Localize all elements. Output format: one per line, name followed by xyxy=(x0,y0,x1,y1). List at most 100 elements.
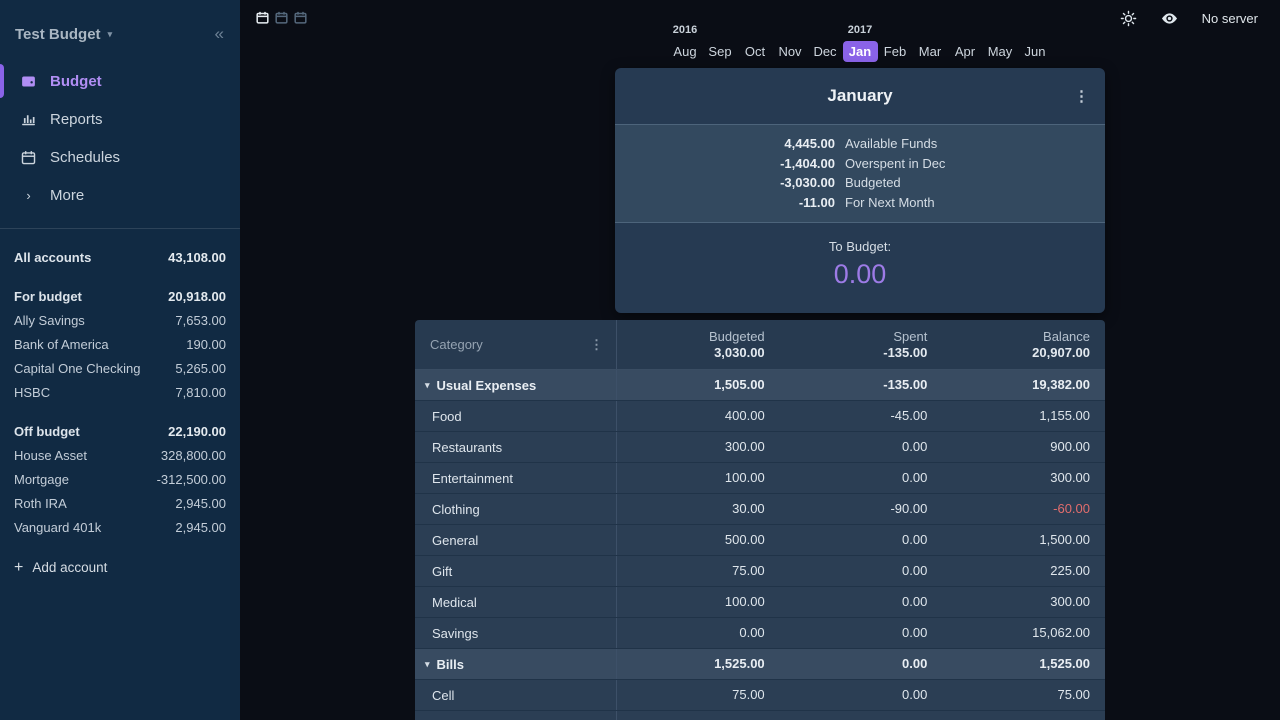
category-row[interactable]: Entertainment 100.00 0.00 300.00 xyxy=(415,463,1105,494)
account-row[interactable]: Vanguard 401k 2,945.00 xyxy=(0,515,240,539)
spent-cell[interactable]: 0.00 xyxy=(780,587,943,617)
to-budget[interactable]: To Budget: 0.00 xyxy=(615,223,1105,290)
spent-cell[interactable]: 0.00 xyxy=(780,463,943,493)
month-button[interactable]: Jun xyxy=(1018,41,1053,62)
account-row[interactable]: Ally Savings 7,653.00 xyxy=(0,308,240,332)
category-row[interactable]: Cell 75.00 0.00 75.00 xyxy=(415,680,1105,711)
add-account-button[interactable]: + Add account xyxy=(0,555,240,580)
category-row-clipped[interactable] xyxy=(415,711,1105,720)
category-row[interactable]: Savings 0.00 0.00 15,062.00 xyxy=(415,618,1105,649)
spent-cell[interactable]: 0.00 xyxy=(780,432,943,462)
balance-cell-negative[interactable]: -60.00 xyxy=(942,494,1105,524)
budgeted-cell[interactable]: 1,505.00 xyxy=(617,370,780,400)
caret-down-icon[interactable]: ▾ xyxy=(425,659,430,670)
spent-cell[interactable]: 0.00 xyxy=(780,649,943,679)
balance-header-cell[interactable]: Balance 20,907.00 xyxy=(942,320,1105,369)
account-row[interactable]: HSBC 7,810.00 xyxy=(0,380,240,404)
category-row[interactable]: Medical 100.00 0.00 300.00 xyxy=(415,587,1105,618)
account-row[interactable]: Roth IRA 2,945.00 xyxy=(0,491,240,515)
budgeted-header-cell[interactable]: Budgeted 3,030.00 xyxy=(617,320,780,369)
budgeted-cell[interactable]: 100.00 xyxy=(617,463,780,493)
budgeted-cell[interactable]: 30.00 xyxy=(617,494,780,524)
off-budget-header-row[interactable]: Off budget 22,190.00 xyxy=(0,419,240,443)
one-month-view-icon[interactable] xyxy=(255,10,270,25)
account-row[interactable]: Capital One Checking 5,265.00 xyxy=(0,356,240,380)
category-row[interactable]: General 500.00 0.00 1,500.00 xyxy=(415,525,1105,556)
category-menu-kebab-icon[interactable]: ⋮ xyxy=(590,337,603,353)
balance-cell[interactable]: 1,525.00 xyxy=(942,649,1105,679)
balance-cell[interactable]: 1,155.00 xyxy=(942,401,1105,431)
caret-down-icon[interactable]: ▾ xyxy=(425,380,430,391)
spent-cell[interactable]: -90.00 xyxy=(780,494,943,524)
budgeted-cell[interactable]: 400.00 xyxy=(617,401,780,431)
sidebar-collapse-button[interactable]: « xyxy=(215,24,224,44)
category-row[interactable]: Gift 75.00 0.00 225.00 xyxy=(415,556,1105,587)
budgeted-cell[interactable]: 1,525.00 xyxy=(617,649,780,679)
balance-cell[interactable]: 15,062.00 xyxy=(942,618,1105,648)
budgeted-cell[interactable]: 0.00 xyxy=(617,618,780,648)
month-button[interactable]: Mar xyxy=(913,41,948,62)
theme-toggle-sun-icon[interactable] xyxy=(1120,10,1137,27)
month-button[interactable]: Oct xyxy=(738,41,773,62)
budgeted-cell[interactable]: 100.00 xyxy=(617,587,780,617)
budgeted-cell[interactable]: 75.00 xyxy=(617,680,780,710)
category-name-cell[interactable]: Restaurants xyxy=(415,432,617,462)
spent-cell[interactable]: 0.00 xyxy=(780,556,943,586)
category-name-cell[interactable]: Entertainment xyxy=(415,463,617,493)
budget-file-menu[interactable]: Test Budget ▾ xyxy=(15,26,112,43)
spent-cell[interactable]: 0.00 xyxy=(780,618,943,648)
balance-cell[interactable]: 75.00 xyxy=(942,680,1105,710)
account-row[interactable]: House Asset 328,800.00 xyxy=(0,443,240,467)
category-name-cell[interactable]: Food xyxy=(415,401,617,431)
account-row[interactable]: Mortgage -312,500.00 xyxy=(0,467,240,491)
category-row[interactable]: Clothing 30.00 -90.00 -60.00 xyxy=(415,494,1105,525)
balance-cell[interactable]: 19,382.00 xyxy=(942,370,1105,400)
category-name-cell[interactable]: Gift xyxy=(415,556,617,586)
balance-cell[interactable]: 300.00 xyxy=(942,587,1105,617)
nav-item-reports[interactable]: Reports xyxy=(0,100,240,138)
category-name-cell[interactable]: Cell xyxy=(415,680,617,710)
category-name-cell[interactable]: Medical xyxy=(415,587,617,617)
to-budget-amount[interactable]: 0.00 xyxy=(615,259,1105,290)
budgeted-cell[interactable]: 300.00 xyxy=(617,432,780,462)
budgeted-cell[interactable]: 75.00 xyxy=(617,556,780,586)
budgeted-cell[interactable]: 500.00 xyxy=(617,525,780,555)
month-button[interactable]: Nov xyxy=(773,41,808,62)
category-name-cell[interactable]: Savings xyxy=(415,618,617,648)
balance-cell[interactable]: 225.00 xyxy=(942,556,1105,586)
month-button[interactable]: Aug xyxy=(668,41,703,62)
account-row[interactable]: Bank of America 190.00 xyxy=(0,332,240,356)
all-accounts-row[interactable]: All accounts 43,108.00 xyxy=(0,245,240,269)
group-name-cell[interactable]: ▾ Bills xyxy=(415,649,617,679)
month-button[interactable]: Feb xyxy=(878,41,913,62)
category-group-row[interactable]: ▾ Usual Expenses 1,505.00 -135.00 19,382… xyxy=(415,370,1105,401)
balance-cell[interactable]: 1,500.00 xyxy=(942,525,1105,555)
month-button[interactable]: Apr xyxy=(948,41,983,62)
spent-cell[interactable]: -45.00 xyxy=(780,401,943,431)
balance-cell[interactable]: 300.00 xyxy=(942,463,1105,493)
category-name-cell[interactable]: Clothing xyxy=(415,494,617,524)
group-name-cell[interactable]: ▾ Usual Expenses xyxy=(415,370,617,400)
month-button[interactable]: May xyxy=(983,41,1018,62)
nav-item-schedules[interactable]: Schedules xyxy=(0,138,240,176)
spent-cell[interactable]: 0.00 xyxy=(780,525,943,555)
category-row[interactable]: Restaurants 300.00 0.00 900.00 xyxy=(415,432,1105,463)
balance-cell[interactable]: 900.00 xyxy=(942,432,1105,462)
spent-cell[interactable]: 0.00 xyxy=(780,680,943,710)
month-button[interactable]: Jan xyxy=(843,41,878,62)
category-group-row[interactable]: ▾ Bills 1,525.00 0.00 1,525.00 xyxy=(415,649,1105,680)
spent-header-cell[interactable]: Spent -135.00 xyxy=(780,320,943,369)
month-menu-kebab-icon[interactable]: ⋮ xyxy=(1074,87,1089,105)
nav-item-budget[interactable]: Budget xyxy=(0,62,240,100)
three-month-view-icon[interactable] xyxy=(293,10,308,25)
two-month-view-icon[interactable] xyxy=(274,10,289,25)
category-row[interactable]: Food 400.00 -45.00 1,155.00 xyxy=(415,401,1105,432)
spent-cell[interactable]: -135.00 xyxy=(780,370,943,400)
nav-item-more[interactable]: › More xyxy=(0,176,240,214)
month-button[interactable]: Dec xyxy=(808,41,843,62)
server-status[interactable]: No server xyxy=(1202,11,1258,26)
privacy-eye-icon[interactable] xyxy=(1160,9,1179,28)
month-button[interactable]: Sep xyxy=(703,41,738,62)
category-name-cell[interactable]: General xyxy=(415,525,617,555)
for-budget-header-row[interactable]: For budget 20,918.00 xyxy=(0,284,240,308)
